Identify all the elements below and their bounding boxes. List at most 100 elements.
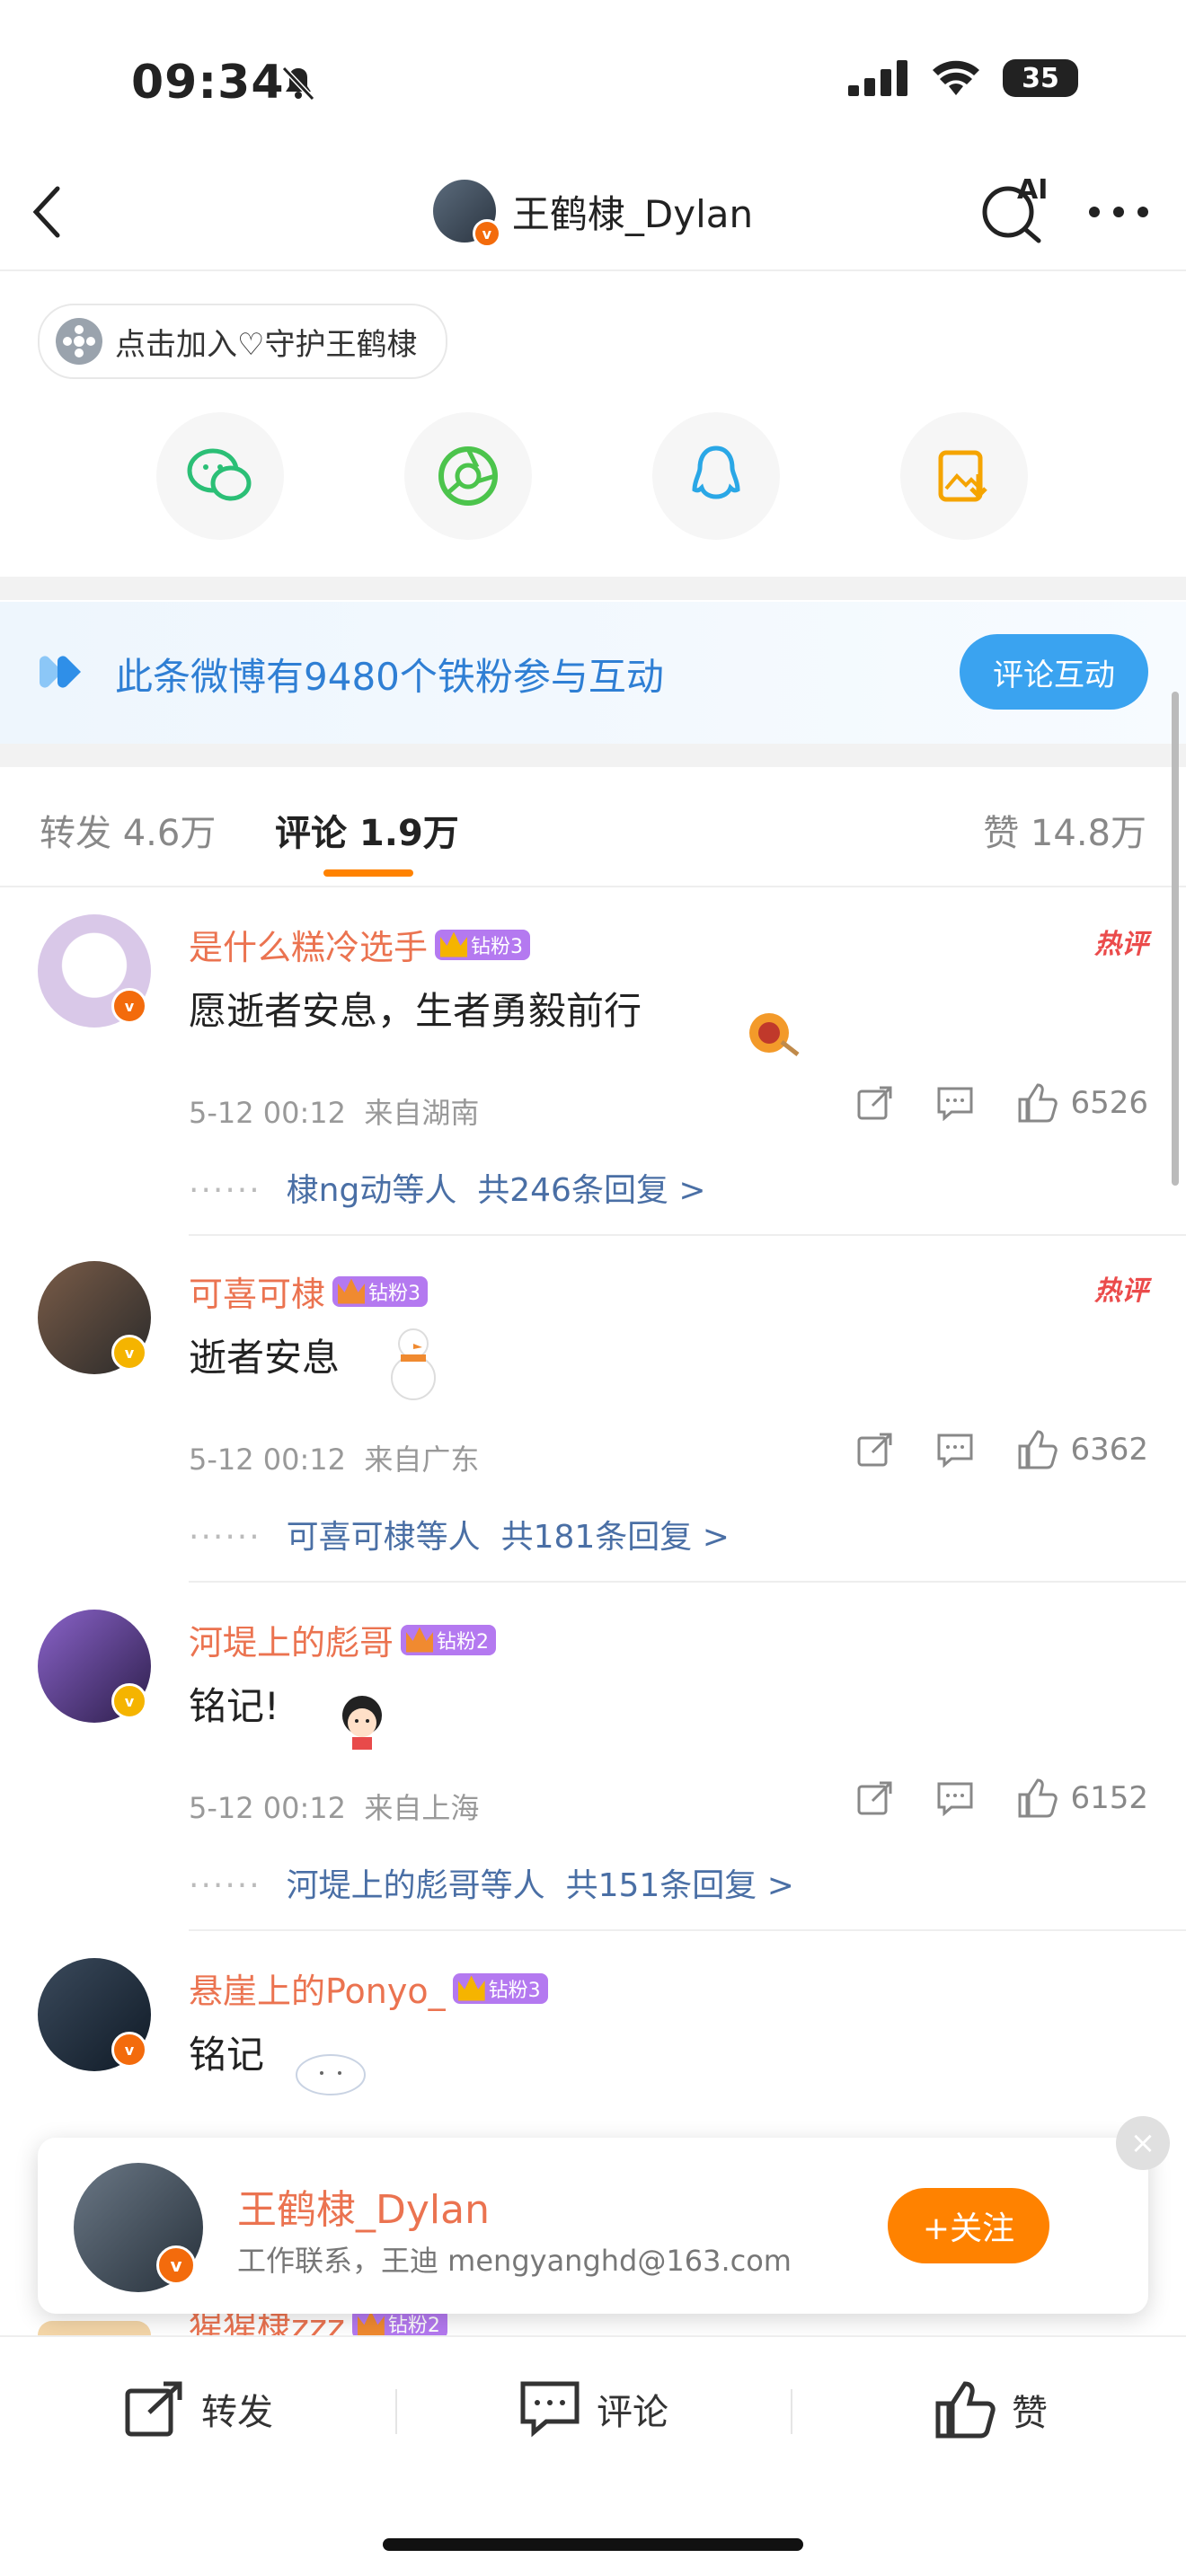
verified-icon: v [111,988,147,1024]
follow-card[interactable]: v 王鹤棣_Dylan 工作联系，王迪 mengyanghd@163.com +… [38,2116,1170,2314]
comment-icon[interactable] [935,1432,975,1468]
comment-replies-link[interactable]: ······ 棣ng动等人 共246条回复 > [189,1164,706,1211]
banner-text: 此条微博有9480个铁粉参与互动 [115,655,664,699]
scrollbar[interactable] [1172,692,1179,1186]
repost-icon[interactable] [856,1431,894,1469]
like-button[interactable]: 6526 [1016,1083,1148,1123]
comment-icon[interactable] [935,1780,975,1816]
fan-badge-label: 钻粉3 [488,1979,541,2002]
crown-icon [357,2312,385,2335]
comment-meta: 5-12 00:12 来自上海 [189,1786,479,1827]
like-button[interactable]: 6152 [1016,1778,1148,1818]
follow-button[interactable]: +关注 [888,2188,1049,2263]
ai-label: AI [1017,174,1049,206]
fan-badge: 钻粉3 [332,1275,429,1307]
comment-icon[interactable] [935,1085,975,1121]
comment-author[interactable]: 猩猩棣zzz 钻粉2 [189,2312,447,2335]
comment-author[interactable]: 悬崖上的Ponyo_ 钻粉3 [189,1963,548,2013]
snowman-sticker-icon [374,1320,453,1407]
comment-replies-link[interactable]: ······ 可喜可棣等人 共181条回复 > [189,1511,730,1557]
reply-users: 棣ng动等人 [286,1172,457,1209]
comment-text: 铭记 [189,2033,265,2077]
avatar[interactable]: v [38,1610,151,1723]
reply-dots: ······ [189,1519,261,1556]
repost-button[interactable]: 转发 [124,2380,273,2438]
share-wechat-button[interactable] [156,412,284,540]
verified-icon: v [111,2032,147,2068]
guard-label: 点击加入♡守护王鹤棣 [115,326,418,363]
like-count: 6362 [1070,1432,1148,1468]
cartoon-sticker-icon [332,1689,392,1751]
section-gap [0,744,1186,767]
verified-icon: v [111,1335,147,1371]
tab-repost[interactable]: 转发 4.6万 [40,804,216,856]
comment-author[interactable]: 是什么糕冷选手 钻粉3 [189,920,531,969]
guard-join-button[interactable]: 点击加入♡守护王鹤棣 [38,304,448,379]
like-label: 赞 [1012,2393,1048,2434]
cloud-sticker-icon [288,2039,374,2102]
avatar[interactable]: v [38,1261,151,1374]
divider [189,1929,1186,1931]
qq-icon [692,446,740,499]
avatar[interactable]: v [38,1958,151,2071]
share-qq-button[interactable] [652,412,780,540]
repost-icon[interactable] [856,1084,894,1122]
hot-comment-badge: 热评 [1094,1275,1148,1307]
comment-author[interactable]: 河堤上的彪哥 钻粉2 [189,1615,497,1664]
avatar[interactable]: v [38,914,151,1028]
home-indicator[interactable] [383,2538,803,2551]
comment-meta: 5-12 00:12 来自广东 [189,1437,479,1478]
divider [189,1234,1186,1236]
avatar[interactable]: v [432,180,501,248]
comment-interact-button[interactable]: 评论互动 [960,634,1148,710]
more-button[interactable] [1087,205,1150,219]
reply-dots: ······ [189,1867,261,1904]
like-button[interactable]: 6362 [1016,1430,1148,1469]
thumbs-up-icon [1018,1778,1058,1818]
fan-badge: 钻粉2 [401,1624,497,1655]
comment-text: 铭记! [189,1684,279,1728]
comment-author-name: 是什么糕冷选手 [189,928,429,967]
follow-card-desc: 工作联系，王迪 mengyanghd@163.com [237,2244,792,2278]
save-image-icon [938,450,987,502]
arrow-badge-icon [40,656,92,692]
share-moments-button[interactable] [404,412,532,540]
comment-replies-link[interactable]: ······ 河堤上的彪哥等人 共151条回复 > [189,1859,794,1906]
verified-icon: v [111,1683,147,1719]
status-time: 09:34 [131,56,285,110]
candle-sticker-icon [742,1006,801,1056]
verified-icon: v [472,219,501,248]
avatar[interactable]: v [74,2163,203,2292]
avatar[interactable] [38,2321,151,2335]
crown-icon [440,931,468,957]
like-button[interactable]: 赞 [934,2380,1048,2439]
battery-indicator: 35 [1003,59,1078,97]
fan-badge-label: 钻粉2 [387,2315,440,2335]
comment-button[interactable]: 评论 [519,2380,668,2438]
tab-comment[interactable]: 评论 1.9万 [275,804,459,856]
repost-icon[interactable] [856,1779,894,1817]
comment-icon [520,2381,580,2438]
fan-badge: 钻粉3 [435,929,531,960]
ai-search-button[interactable]: AI [979,174,1051,244]
comment-meta: 5-12 00:12 来自湖南 [189,1090,479,1132]
crown-icon [457,1975,485,2001]
comment-time: 5-12 00:12 [189,1791,347,1825]
status-right: 35 [848,59,1078,97]
tab-like[interactable]: 赞 14.8万 [983,804,1146,856]
thumbs-up-icon [935,2381,996,2439]
comment-author-name: 可喜可棣 [189,1275,326,1314]
verified-icon: v [156,2245,196,2285]
comment-author[interactable]: 可喜可棣 钻粉3 [189,1266,429,1316]
section-gap [0,577,1186,600]
comment-author-name: 悬崖上的Ponyo_ [189,1972,446,2011]
comment-location: 来自广东 [364,1442,480,1477]
reply-dots: ······ [189,1172,261,1209]
comment-time: 5-12 00:12 [189,1096,347,1130]
follow-card-name[interactable]: 王鹤棣_Dylan [237,2177,490,2235]
more-icon [1089,207,1148,217]
comment-text: 逝者安息 [189,1336,341,1380]
divider [189,1581,1186,1583]
close-button[interactable]: × [1116,2116,1170,2170]
share-save-image-button[interactable] [900,412,1028,540]
